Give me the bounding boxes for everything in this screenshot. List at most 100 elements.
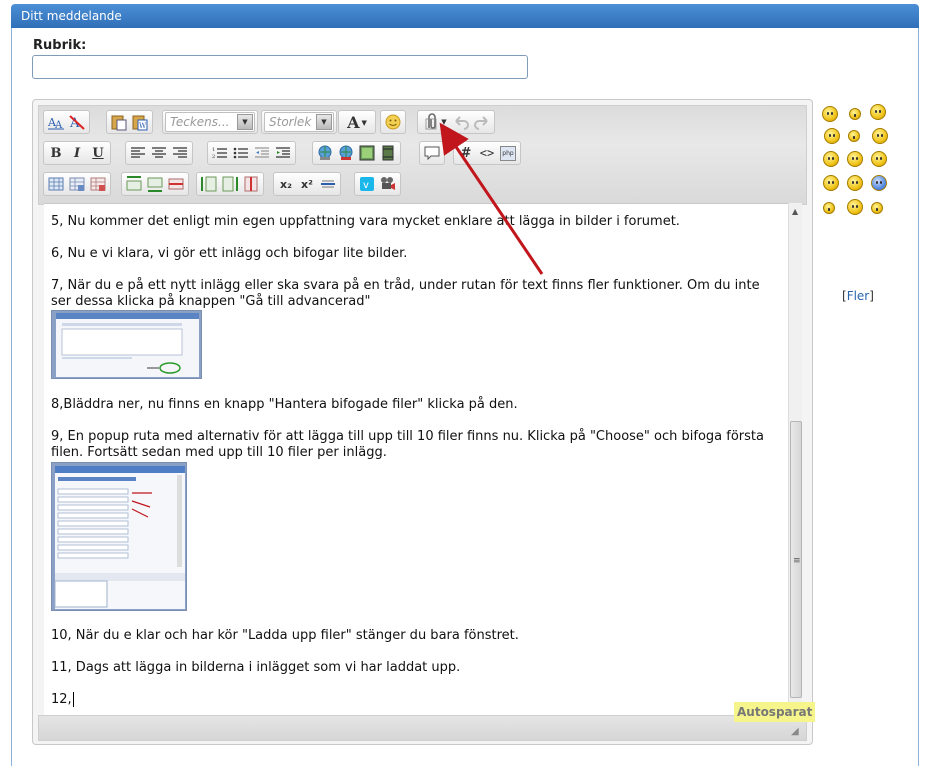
insert-col-after-button[interactable] [220,174,240,194]
smiley-icon[interactable] [871,202,883,214]
smiley-icon[interactable] [872,128,888,144]
screenshot-thumbnail-2 [54,466,185,609]
insert-row-before-button[interactable] [124,174,144,194]
editor-status-bar [38,715,807,741]
table-properties-button[interactable] [67,174,87,194]
table-delete-icon [90,177,106,191]
switch-editor-mode-button[interactable]: AA [46,112,66,132]
resize-grip-icon[interactable]: ◢ [791,726,799,737]
autosave-badge: Autosparat [734,702,816,722]
smiley-icon[interactable] [824,128,840,144]
attach-files-button[interactable]: ▼ [420,112,450,132]
vimeo-button[interactable]: v [357,174,377,194]
rubrik-input[interactable] [32,55,528,79]
editor-content[interactable]: 5, Nu kommer det enligt min egen uppfatt… [44,203,789,715]
insert-smiley-button[interactable] [383,112,403,132]
underline-label: U [92,145,104,161]
ordered-list-button[interactable]: 12 [210,143,230,163]
remove-link-button[interactable] [336,143,356,163]
font-select[interactable]: Teckens... ▼ [165,112,255,132]
smiley-icon[interactable] [823,202,835,214]
col-after-icon [222,176,238,192]
insert-row-after-button[interactable] [145,174,165,194]
delete-col-button[interactable] [241,174,261,194]
paste-button[interactable] [109,112,129,132]
insert-col-before-button[interactable] [199,174,219,194]
code-button[interactable]: <> [477,143,497,163]
undo-button[interactable] [451,112,471,132]
underline-button[interactable]: U [88,143,108,163]
size-select[interactable]: Storlek ▼ [264,112,334,132]
text-mode-icon: AA [47,116,64,131]
attached-image-thumbnail-2[interactable] [51,462,187,611]
bold-button[interactable]: B [46,143,66,163]
smiley-icon[interactable] [871,175,887,191]
toolbar-group-lists: 12 [207,141,296,165]
smiley-icon[interactable] [823,175,839,191]
outdent-icon [255,147,269,158]
content-line-8: 8,Bläddra ner, nu finns en knapp "Hanter… [51,397,518,412]
align-left-button[interactable] [128,143,148,163]
delete-row-button[interactable] [166,174,186,194]
superscript-button[interactable]: x² [297,174,317,194]
font-select-value: Teckens... [170,115,230,129]
bold-label: B [50,145,62,161]
unlink-globe-icon [339,145,353,160]
smiley-icon[interactable] [847,151,863,167]
chevron-down-icon: ▼ [237,114,253,130]
toolbar-group-size: Storlek ▼ [261,110,337,134]
remove-format-button[interactable]: A [67,112,87,132]
scrollbar-thumb[interactable]: ≡ [790,421,802,698]
smiley-icon[interactable] [871,151,887,167]
smiley-icon[interactable] [870,104,886,120]
smiley-icon[interactable] [847,175,863,191]
hash-button[interactable]: # [456,143,476,163]
text-color-button[interactable]: A ▼ [341,112,373,132]
row-before-icon [126,176,142,191]
more-smilies-link[interactable]: [Fler] [842,289,874,303]
unordered-list-button[interactable] [231,143,251,163]
delete-table-button[interactable] [88,174,108,194]
toolbar-group-style: B I U [43,141,111,165]
undo-icon [455,116,469,130]
php-icon: php [500,145,516,161]
paste-word-icon: W [132,115,148,131]
insert-image-button[interactable] [357,143,377,163]
table-edit-icon [69,177,85,191]
align-right-button[interactable] [170,143,190,163]
scroll-up-arrow-icon[interactable]: ▲ [792,207,798,216]
php-button[interactable]: php [498,143,518,163]
smiley-icon[interactable] [848,130,860,142]
editor-scrollbar[interactable]: ▲ ≡ [788,203,802,715]
indent-button[interactable] [273,143,293,163]
video-camera-icon [381,177,395,190]
col-before-icon [201,176,217,192]
align-right-icon [173,147,187,158]
toolbar-group-font: Teckens... ▼ [162,110,258,134]
smiley-icon[interactable] [849,108,861,120]
insert-table-button[interactable] [46,174,66,194]
align-left-icon [131,147,145,158]
smiley-icon[interactable] [822,106,838,122]
content-line-10: 10, När du e klar och har kör "Ladda upp… [51,628,519,643]
paste-word-button[interactable]: W [130,112,150,132]
outdent-button[interactable] [252,143,272,163]
attached-image-thumbnail-1[interactable] [51,310,202,379]
horizontal-rule-button[interactable] [318,174,338,194]
smiley-icon[interactable] [847,199,863,215]
insert-media-button[interactable] [378,174,398,194]
smiley-icon[interactable] [823,151,839,167]
insert-video-button[interactable] [378,143,398,163]
insert-link-button[interactable] [315,143,335,163]
subscript-button[interactable]: x₂ [276,174,296,194]
redo-button[interactable] [472,112,492,132]
italic-button[interactable]: I [67,143,87,163]
quote-button[interactable] [422,143,442,163]
link-globe-icon [318,145,332,160]
size-select-value: Storlek [269,115,312,129]
svg-text:2: 2 [212,154,215,160]
screenshot-thumbnail-1 [56,313,199,377]
col-delete-icon [244,176,258,192]
align-center-button[interactable] [149,143,169,163]
toolbar-group-attach: ▼ [417,110,495,134]
